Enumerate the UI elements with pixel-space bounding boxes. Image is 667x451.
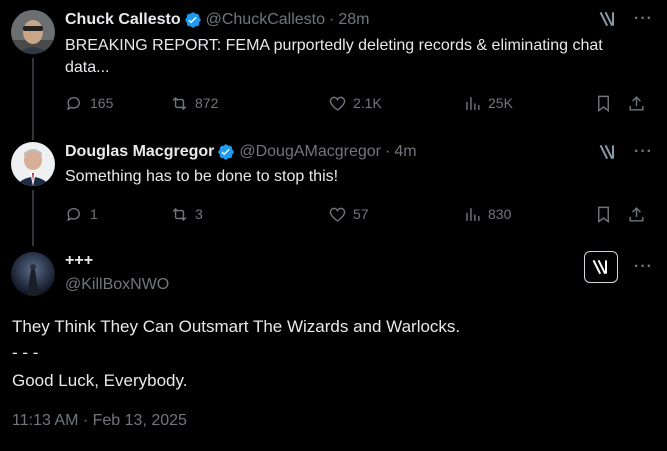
avatar[interactable]	[11, 252, 55, 296]
bookmark-icon	[598, 95, 609, 112]
reply-button[interactable]: 1	[65, 205, 98, 224]
separator-dot: ·	[329, 11, 335, 28]
tweet-header: Douglas Macgregor @DougAMacgregor · 4m	[65, 142, 417, 162]
views-icon	[466, 96, 480, 110]
tweet-top-actions: ···	[598, 142, 653, 162]
views-button[interactable]: 830	[463, 205, 511, 224]
bookmark-icon	[598, 206, 609, 223]
tweet-timestamp[interactable]: 11:13 AM · Feb 13, 2025	[12, 412, 187, 430]
views-count: 25K	[488, 95, 513, 111]
like-button[interactable]: 2.1K	[328, 94, 382, 113]
more-icon[interactable]: ···	[634, 143, 653, 161]
author-name[interactable]: Chuck Callesto	[65, 11, 181, 29]
author-handle[interactable]: @DougAMacgregor	[239, 143, 381, 161]
tweet-actions: 1 3 57 830	[65, 203, 655, 225]
share-button[interactable]	[627, 205, 652, 224]
author-name[interactable]: Douglas Macgregor	[65, 143, 214, 161]
bookmark-button[interactable]	[594, 205, 619, 224]
like-icon	[329, 96, 346, 111]
tweet-top-actions: ···	[598, 9, 653, 29]
tweet-chuck-callesto[interactable]: Chuck Callesto @ChuckCallesto · 28m ··· …	[0, 0, 667, 130]
tweet-douglas-macgregor[interactable]: Douglas Macgregor @DougAMacgregor · 4m ·…	[0, 140, 667, 240]
author-name[interactable]: +++	[65, 252, 93, 270]
main-text-line-3: Good Luck, Everybody.	[12, 371, 188, 390]
reply-count: 165	[90, 95, 114, 111]
tweet-top-actions: ···	[634, 258, 653, 276]
tweet-actions: 165 872 2.1K 25K	[65, 92, 655, 114]
bookmark-button[interactable]	[594, 94, 619, 113]
more-icon[interactable]: ···	[634, 258, 653, 276]
retweet-button[interactable]: 872	[170, 94, 218, 113]
reply-icon	[67, 207, 80, 221]
views-count: 830	[488, 206, 512, 222]
separator-dot: ·	[385, 143, 391, 160]
views-icon	[466, 207, 480, 221]
main-text-line-2: - - -	[12, 343, 39, 362]
share-icon	[629, 206, 644, 222]
like-count: 2.1K	[353, 95, 382, 111]
retweet-button[interactable]: 3	[170, 205, 203, 224]
grok-icon[interactable]	[598, 9, 618, 29]
retweet-count: 3	[195, 206, 203, 222]
retweet-icon	[172, 207, 187, 221]
author-handle[interactable]: @KillBoxNWO	[65, 276, 169, 294]
share-button[interactable]	[627, 94, 652, 113]
tweet-text: Something has to be done to stop this!	[65, 168, 339, 185]
like-count: 57	[353, 206, 369, 222]
avatar[interactable]	[11, 10, 55, 54]
like-button[interactable]: 57	[328, 205, 369, 224]
tweet-header: Chuck Callesto @ChuckCallesto · 28m	[65, 10, 369, 30]
views-button[interactable]: 25K	[463, 94, 513, 113]
reply-button[interactable]: 165	[65, 94, 113, 113]
verified-badge-icon	[218, 144, 235, 160]
tweet-text: BREAKING REPORT: FEMA purportedly deleti…	[65, 37, 603, 76]
tweet-time[interactable]: 4m	[394, 143, 416, 161]
grok-icon	[592, 259, 607, 275]
reply-icon	[67, 96, 80, 110]
avatar[interactable]	[11, 142, 55, 186]
main-text-line-1: They Think They Can Outsmart The Wizards…	[12, 317, 461, 336]
reply-count: 1	[90, 206, 98, 222]
like-icon	[329, 207, 346, 222]
verified-badge-icon	[184, 12, 201, 28]
retweet-icon	[172, 96, 187, 110]
retweet-count: 872	[195, 95, 219, 111]
grok-button[interactable]	[584, 251, 618, 283]
author-handle[interactable]: @ChuckCallesto	[206, 11, 325, 29]
share-icon	[629, 95, 644, 111]
tweet-time[interactable]: 28m	[338, 11, 369, 29]
grok-icon[interactable]	[598, 142, 618, 162]
more-icon[interactable]: ···	[634, 10, 653, 28]
